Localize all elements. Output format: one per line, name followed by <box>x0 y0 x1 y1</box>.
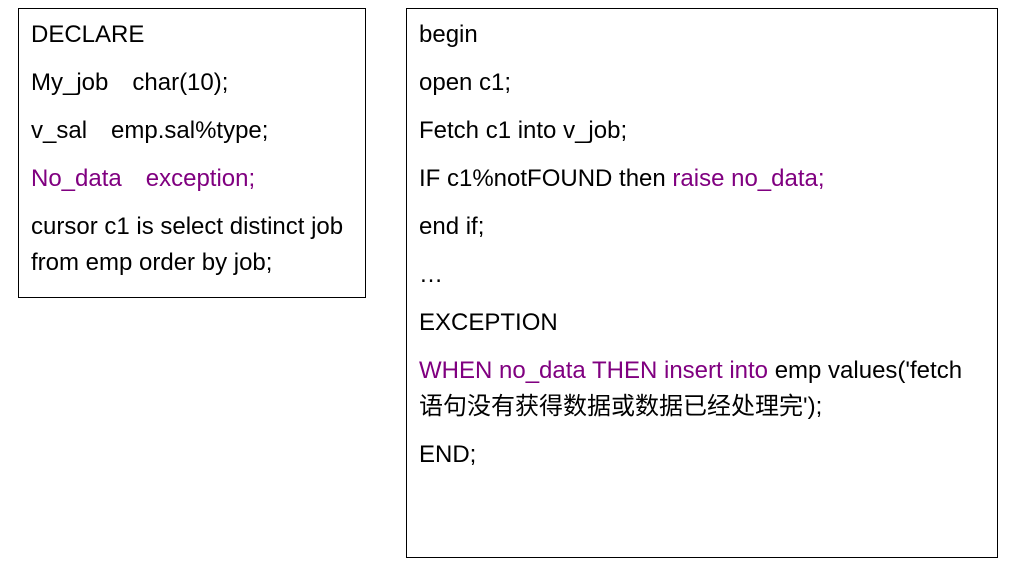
code-keyword: No_data <box>31 165 122 192</box>
code-line: My_job char(10); <box>31 65 353 101</box>
code-text: v_sal <box>31 117 87 144</box>
code-keyword: WHEN no_data THEN insert into <box>419 357 768 384</box>
code-text: My_job <box>31 69 108 96</box>
code-block-begin: begin open c1; Fetch c1 into v_job; IF c… <box>406 8 998 558</box>
code-line: END; <box>419 437 985 473</box>
code-line: No_data exception; <box>31 161 353 197</box>
code-text: char(10); <box>132 69 228 96</box>
code-line: v_sal emp.sal%type; <box>31 113 353 149</box>
code-line: end if; <box>419 209 985 245</box>
code-keyword: raise no_data; <box>672 165 824 192</box>
code-line: open c1; <box>419 65 985 101</box>
code-line: IF c1%notFOUND then raise no_data; <box>419 161 985 197</box>
code-keyword: exception; <box>146 165 255 192</box>
code-line: begin <box>419 17 985 53</box>
page: DECLARE My_job char(10); v_sal emp.sal%typ… <box>0 0 1019 570</box>
code-line: DECLARE <box>31 17 353 53</box>
code-line: cursor c1 is select distinct job from em… <box>31 209 353 281</box>
code-text: emp.sal%type; <box>111 117 268 144</box>
code-block-declare: DECLARE My_job char(10); v_sal emp.sal%typ… <box>18 8 366 298</box>
code-line: … <box>419 257 985 293</box>
code-line: Fetch c1 into v_job; <box>419 113 985 149</box>
code-line: WHEN no_data THEN insert into emp values… <box>419 353 985 425</box>
code-line: EXCEPTION <box>419 305 985 341</box>
code-text: IF c1%notFOUND then <box>419 165 672 192</box>
